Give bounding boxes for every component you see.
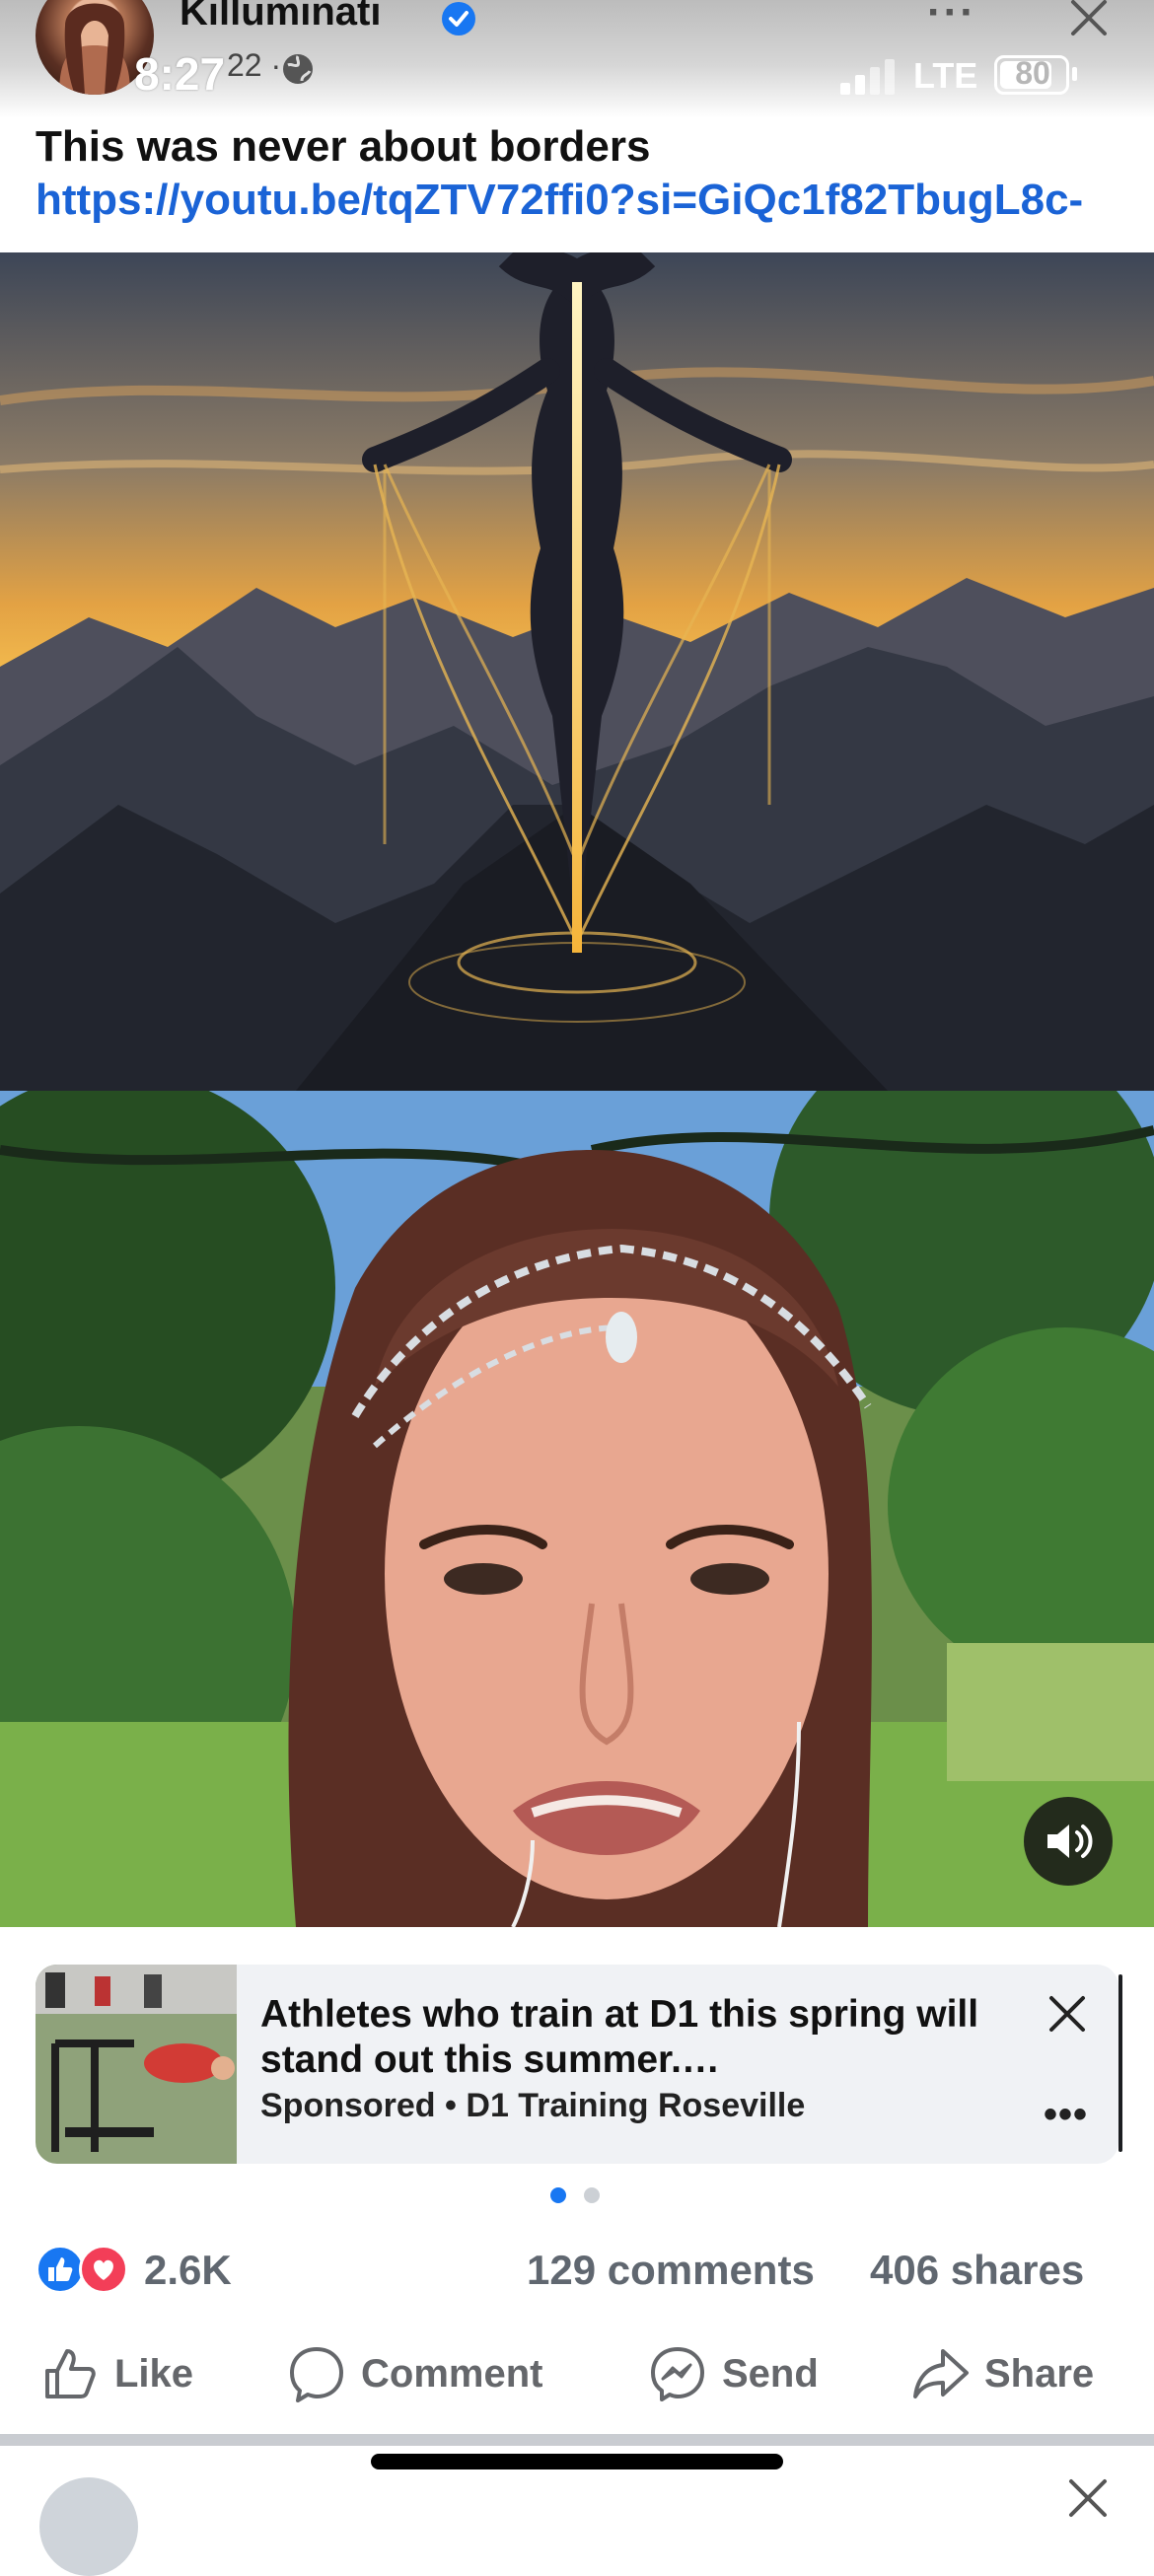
shares-count[interactable]: 406 shares	[870, 2247, 1084, 2294]
verified-badge-icon	[442, 2, 475, 36]
ad-headline[interactable]: Athletes who train at D1 this spring wil…	[260, 1992, 1010, 2083]
next-post-close-icon[interactable]	[1065, 2475, 1111, 2521]
ad-more-icon[interactable]: •••	[1044, 2093, 1088, 2137]
love-reaction-icon	[79, 2245, 128, 2294]
thumbs-up-glyph	[48, 2257, 73, 2281]
like-button[interactable]: Like	[39, 2339, 193, 2408]
like-label: Like	[114, 2351, 194, 2396]
volume-icon	[1047, 1825, 1093, 1858]
like-reaction-icon	[36, 2245, 85, 2294]
messenger-icon	[651, 2347, 704, 2401]
reactions-count[interactable]: 2.6K	[144, 2247, 232, 2294]
ad-thumbnail[interactable]	[36, 1965, 237, 2164]
carousel-dots	[550, 2187, 610, 2205]
post-age-value: 22	[227, 47, 262, 83]
like-icon	[45, 2349, 96, 2398]
comment-button[interactable]: Comment	[286, 2339, 542, 2408]
person	[288, 1150, 872, 1927]
signal-icon	[840, 59, 895, 95]
post-age: 22 ·	[227, 47, 281, 84]
next-card-edge	[1118, 1974, 1122, 2152]
send-button[interactable]: Send	[647, 2339, 819, 2408]
post-image-video-still[interactable]	[0, 1091, 1154, 1927]
more-icon[interactable]: ···	[927, 0, 976, 37]
ad-close-icon[interactable]	[1046, 1992, 1089, 2036]
battery-nub	[1072, 67, 1077, 81]
battery-level: 80	[1015, 55, 1050, 91]
share-icon	[913, 2349, 969, 2398]
comment-icon	[290, 2347, 343, 2402]
share-label: Share	[984, 2351, 1095, 2396]
comment-label: Comment	[361, 2351, 543, 2396]
globe-icon	[283, 54, 313, 84]
caption-link[interactable]: https://youtu.be/tqZTV72ffi0?si=GiQc1f82…	[36, 176, 1083, 224]
share-button[interactable]: Share	[909, 2339, 1094, 2408]
volume-button[interactable]	[1024, 1797, 1113, 1886]
goddess-artwork	[0, 252, 1154, 1091]
close-icon[interactable]	[1065, 0, 1113, 41]
home-indicator[interactable]	[371, 2454, 783, 2469]
network-type: LTE	[913, 55, 978, 96]
feed-divider	[0, 2434, 1154, 2446]
sponsored-label: Sponsored	[260, 2087, 436, 2124]
send-label: Send	[722, 2351, 819, 2396]
ad-sponsor-line: Sponsored • D1 Training Roseville	[260, 2087, 805, 2125]
sponsored-ad-card[interactable]: Athletes who train at D1 this spring wil…	[36, 1965, 1118, 2164]
next-post-avatar[interactable]	[39, 2477, 138, 2576]
carousel-dot-2[interactable]	[584, 2187, 600, 2203]
post-caption: This was never about borders https://you…	[36, 120, 1120, 227]
sponsor-separator: •	[445, 2087, 457, 2124]
carousel-dot-1[interactable]	[550, 2187, 566, 2203]
comments-count[interactable]: 129 comments	[527, 2247, 815, 2294]
heart-glyph	[94, 2259, 113, 2280]
advertiser-name[interactable]: D1 Training Roseville	[466, 2087, 805, 2124]
page-name[interactable]: Killuminati	[180, 0, 381, 35]
caption-text: This was never about borders	[36, 122, 651, 171]
status-time: 8:27	[134, 48, 226, 100]
video-frame	[0, 1091, 1154, 1927]
post-image-goddess[interactable]	[0, 252, 1154, 1091]
